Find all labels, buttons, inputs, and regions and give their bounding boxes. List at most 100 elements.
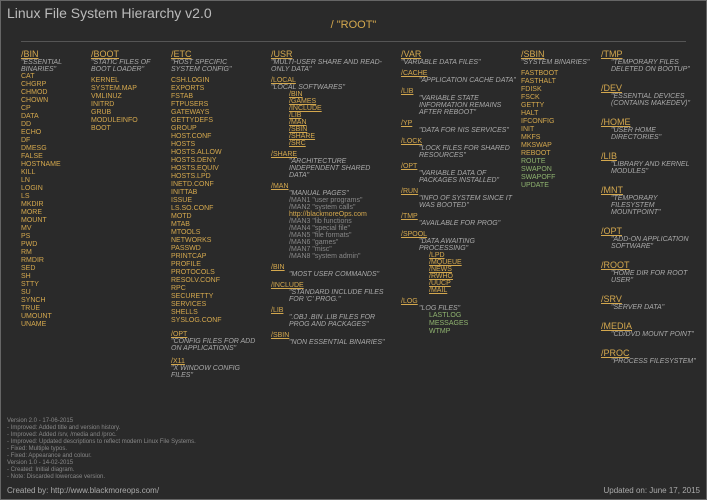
list-item: GRUB — [91, 109, 161, 117]
list-item: /MAN1 "user programs" — [289, 197, 391, 204]
sbin-desc: "SYSTEM BINARIES" — [521, 59, 591, 66]
usr-label: /USR — [271, 49, 391, 59]
list-item: /MAN6 "games" — [289, 239, 391, 246]
list-item: PWD — [21, 241, 81, 249]
root-node: / "ROOT" — [1, 19, 706, 31]
list-item: FTPUSERS — [171, 101, 256, 109]
list-item: REBOOT — [521, 150, 591, 158]
etc-x11-desc: "X WINDOW CONFIG FILES" — [171, 365, 256, 379]
list-item: /MAIL — [429, 287, 516, 294]
list-item: NETWORKS — [171, 237, 256, 245]
list-item: INIT — [521, 126, 591, 134]
list-item: SECURETTY — [171, 293, 256, 301]
list-item: /INCLUDE — [289, 105, 391, 112]
var-opt-label: /OPT — [401, 163, 516, 170]
col-sbin: /SBIN "SYSTEM BINARIES" FASTBOOTFASTHALT… — [521, 49, 591, 190]
col-bin: /BIN "ESSENTIAL BINARIES" CATCHGRPCHMODC… — [21, 49, 81, 329]
list-item: MKDIR — [21, 201, 81, 209]
list-item: MTAB — [171, 221, 256, 229]
list-item: PROTOCOLS — [171, 269, 256, 277]
list-item: TRUE — [21, 305, 81, 313]
usr-local-label: /LOCAL — [271, 77, 391, 84]
list-item: MOUNT — [21, 217, 81, 225]
usr-share-label: /SHARE — [271, 151, 391, 158]
list-item: MORE — [21, 209, 81, 217]
version-history: Version 2.0 - 17-06-2015- Improved: Adde… — [7, 418, 196, 481]
var-label: /VAR — [401, 49, 516, 59]
list-item: RPC — [171, 285, 256, 293]
sbin-label: /SBIN — [521, 49, 591, 59]
bin-label: /BIN — [21, 49, 81, 59]
list-item: /LPD — [429, 252, 516, 259]
list-item: DF — [21, 137, 81, 145]
etc-opt-desc: "CONFIG FILES FOR ADD ON APPLICATIONS" — [171, 338, 256, 352]
side-opt-label: /OPT — [601, 226, 701, 236]
list-item: PRINTCAP — [171, 253, 256, 261]
list-item: HOSTNAME — [21, 161, 81, 169]
list-item: LOGIN — [21, 185, 81, 193]
list-item: INETD.CONF — [171, 181, 256, 189]
list-item: UMOUNT — [21, 313, 81, 321]
list-item: GETTYDEFS — [171, 117, 256, 125]
list-item: SYNCH — [21, 297, 81, 305]
etc-desc: "HOST SPECIFIC SYSTEM CONFIG" — [171, 59, 256, 73]
list-item: /GAMES — [289, 98, 391, 105]
list-item: /SBIN — [289, 126, 391, 133]
list-item: FSCK — [521, 94, 591, 102]
side-media-label: /MEDIA — [601, 321, 701, 331]
usr-bin-label: /BIN — [271, 264, 391, 271]
list-item: /MQUEUE — [429, 259, 516, 266]
side-root-label: /ROOT — [601, 260, 701, 270]
var-lock-label: /LOCK — [401, 138, 516, 145]
credit: Created by: http://www.blackmoreops.com/ — [7, 486, 159, 495]
var-cache-label: /CACHE — [401, 70, 516, 77]
list-item: SU — [21, 289, 81, 297]
list-item: FALSE — [21, 153, 81, 161]
list-item: PROFILE — [171, 261, 256, 269]
usr-man-label: /MAN — [271, 183, 391, 190]
list-item: WTMP — [429, 328, 516, 336]
side-lib-label: /LIB — [601, 151, 701, 161]
usr-include-label: /INCLUDE — [271, 282, 391, 289]
list-item: DATA — [21, 113, 81, 121]
list-item: GROUP — [171, 125, 256, 133]
list-item: HOST.CONF — [171, 133, 256, 141]
list-item: HOSTS — [171, 141, 256, 149]
var-desc: "VARIABLE DATA FILES" — [401, 59, 516, 66]
list-item: /LIB — [289, 112, 391, 119]
list-item: MV — [21, 225, 81, 233]
list-item: IFCONFIG — [521, 118, 591, 126]
list-item: FDISK — [521, 86, 591, 94]
list-item: RMDIR — [21, 257, 81, 265]
usr-lib-label: /LIB — [271, 307, 391, 314]
list-item: DD — [21, 121, 81, 129]
list-item: /MAN4 "special file" — [289, 225, 391, 232]
list-item: MTOOLS — [171, 229, 256, 237]
side-proc-label: /PROC — [601, 348, 701, 358]
side-home-label: /HOME — [601, 117, 701, 127]
list-item: ROUTE — [521, 158, 591, 166]
list-item: PASSWD — [171, 245, 256, 253]
divider — [21, 41, 686, 42]
usr-desc: "MULTI-USER SHARE AND READ-ONLY DATA" — [271, 59, 391, 73]
list-item: /MAN8 "system admin" — [289, 253, 391, 260]
list-item: SWAPOFF — [521, 174, 591, 182]
list-item: ECHO — [21, 129, 81, 137]
list-item: SH — [21, 273, 81, 281]
list-item: LASTLOG — [429, 312, 516, 320]
list-item: LS.SO.CONF — [171, 205, 256, 213]
list-item: /NEWS — [429, 266, 516, 273]
list-item: FASTBOOT — [521, 70, 591, 78]
var-log-label: /LOG — [401, 298, 516, 305]
list-item: LN — [21, 177, 81, 185]
list-item: MKFS — [521, 134, 591, 142]
list-item: GETTY — [521, 102, 591, 110]
list-item: /UUCP — [429, 280, 516, 287]
side-dev-label: /DEV — [601, 83, 701, 93]
list-item: KILL — [21, 169, 81, 177]
list-item: /MAN — [289, 119, 391, 126]
list-item: HALT — [521, 110, 591, 118]
boot-label: /BOOT — [91, 49, 161, 59]
side-tmp-label: /TMP — [601, 49, 701, 59]
list-item: PS — [21, 233, 81, 241]
